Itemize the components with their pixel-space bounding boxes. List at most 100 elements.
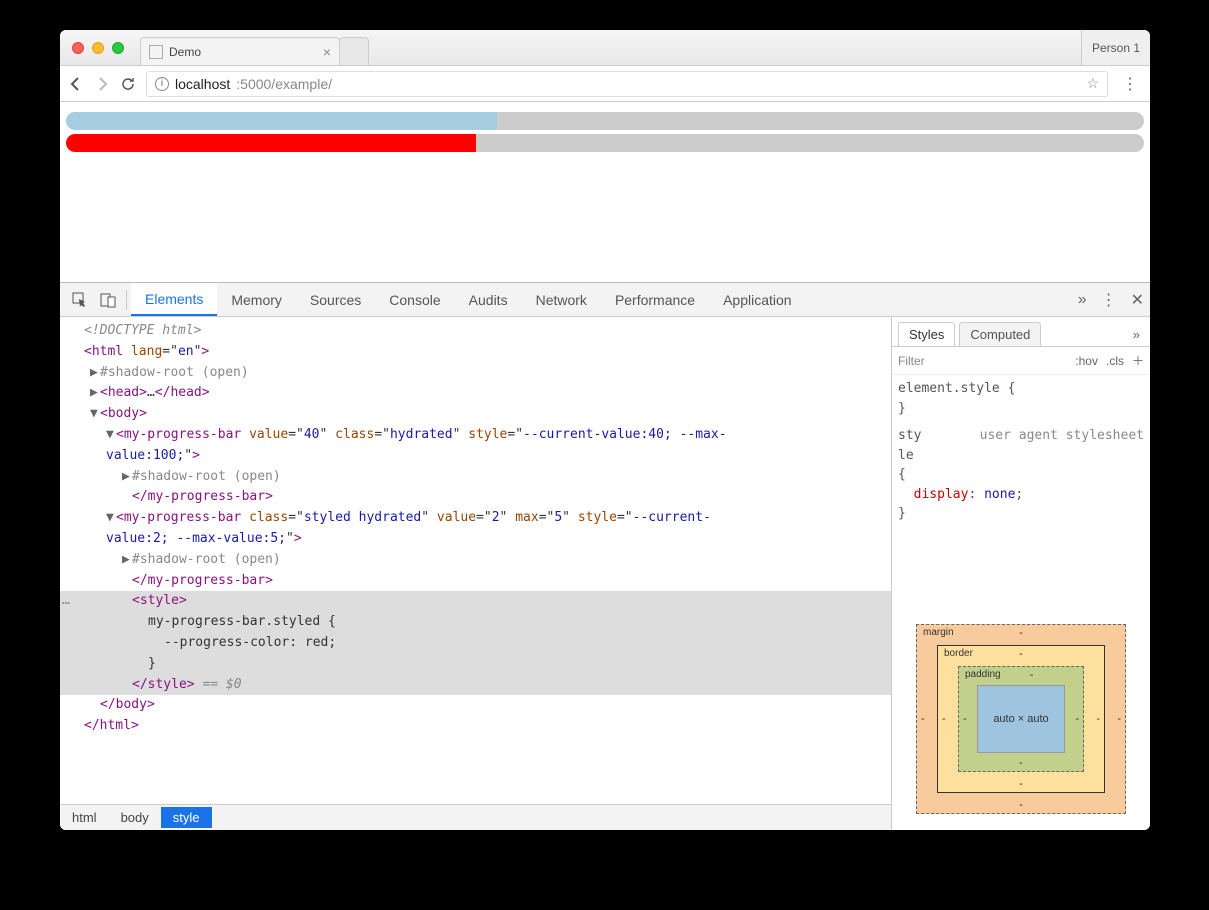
close-devtools-icon[interactable]: ✕: [1131, 290, 1144, 310]
dom-node[interactable]: </style> == $0: [60, 675, 891, 696]
progress-fill: [66, 112, 497, 130]
breadcrumb-html[interactable]: html: [60, 807, 109, 828]
devtools-tab-audits[interactable]: Audits: [455, 283, 522, 316]
box-border[interactable]: border - - - - padding - - -: [937, 645, 1105, 793]
dom-node[interactable]: ▶<head>…</head>: [60, 383, 891, 404]
inspect-element-icon[interactable]: [66, 292, 94, 308]
expand-arrow-icon[interactable]: ▶: [122, 550, 132, 571]
forward-button[interactable]: [94, 76, 110, 92]
expand-arrow-icon[interactable]: ▼: [90, 404, 100, 425]
titlebar: Demo × Person 1: [60, 30, 1150, 66]
styles-tabs: Styles Computed »: [892, 317, 1150, 347]
rule-line: element.style {: [898, 379, 1144, 399]
styles-sidebar: Styles Computed » Filter :hov .cls ＋ ele…: [892, 317, 1150, 830]
dom-node[interactable]: ▶#shadow-root (open): [60, 550, 891, 571]
bookmark-star-icon[interactable]: ☆: [1086, 75, 1099, 92]
toolbar: i localhost:5000/example/ ☆ ⋮: [60, 66, 1150, 102]
devtools-tabbar: ElementsMemorySourcesConsoleAuditsNetwor…: [60, 283, 1150, 317]
separator: [126, 290, 127, 310]
devtools-tab-sources[interactable]: Sources: [296, 283, 375, 316]
expand-arrow-icon[interactable]: ▶: [122, 467, 132, 488]
expand-arrow-icon[interactable]: ▶: [90, 383, 100, 404]
devtools-tab-memory[interactable]: Memory: [217, 283, 296, 316]
dom-node[interactable]: </body>: [60, 695, 891, 716]
rule-line: {: [898, 465, 1144, 485]
devtools-tab-elements[interactable]: Elements: [131, 283, 217, 316]
border-label: border: [944, 648, 973, 659]
box-margin[interactable]: margin - - - - border - - - -: [916, 624, 1126, 814]
styles-filter-row: Filter :hov .cls ＋: [892, 347, 1150, 375]
expand-arrow-icon[interactable]: ▶: [90, 363, 100, 384]
progress-fill: [66, 134, 476, 152]
dom-node[interactable]: ▶#shadow-root (open): [60, 363, 891, 384]
dom-node[interactable]: ▼<body>: [60, 404, 891, 425]
device-toolbar-icon[interactable]: [94, 292, 122, 308]
close-window-button[interactable]: [72, 42, 84, 54]
url-host: localhost: [175, 76, 230, 92]
margin-label: margin: [923, 627, 954, 638]
filter-input[interactable]: Filter: [898, 354, 1067, 368]
breadcrumb-bar: htmlbodystyle: [60, 804, 891, 830]
rule-line: }: [898, 504, 1144, 524]
more-tabs-icon[interactable]: »: [1078, 291, 1087, 309]
page-content: [60, 102, 1150, 282]
box-content[interactable]: auto × auto: [977, 685, 1065, 753]
ua-stylesheet-label: user agent stylesheet: [980, 426, 1144, 446]
devtools-body: <!DOCTYPE html><html lang="en">▶#shadow-…: [60, 317, 1150, 830]
box-model: margin - - - - border - - - -: [892, 604, 1150, 830]
expand-arrow-icon[interactable]: ▼: [106, 425, 116, 446]
dom-node[interactable]: }: [60, 654, 891, 675]
tab-computed[interactable]: Computed: [959, 322, 1041, 346]
devtools-tab-application[interactable]: Application: [709, 283, 806, 316]
progress-bar-1: [66, 112, 1144, 130]
dom-node[interactable]: </my-progress-bar>: [60, 571, 891, 592]
progress-bar-2: [66, 134, 1144, 152]
css-rules[interactable]: element.style { } sty user agent stylesh…: [892, 375, 1150, 528]
breadcrumb-body[interactable]: body: [109, 807, 161, 828]
dom-node[interactable]: </html>: [60, 716, 891, 737]
page-favicon-icon: [149, 45, 163, 59]
devtools: ElementsMemorySourcesConsoleAuditsNetwor…: [60, 282, 1150, 830]
breadcrumb-style[interactable]: style: [161, 807, 212, 828]
browser-menu-button[interactable]: ⋮: [1118, 74, 1142, 94]
dom-node[interactable]: …<style>: [60, 591, 891, 612]
devtools-menu-icon[interactable]: ⋮: [1101, 290, 1117, 310]
minimize-window-button[interactable]: [92, 42, 104, 54]
site-info-icon[interactable]: i: [155, 77, 169, 91]
tab-title: Demo: [169, 45, 201, 59]
more-styles-tabs-icon[interactable]: »: [1129, 323, 1144, 346]
expand-arrow-icon[interactable]: ▼: [106, 508, 116, 529]
dom-node[interactable]: ▼<my-progress-bar class="styled hydrated…: [60, 508, 891, 550]
devtools-tab-network[interactable]: Network: [522, 283, 601, 316]
devtools-tab-console[interactable]: Console: [375, 283, 454, 316]
tab-styles[interactable]: Styles: [898, 322, 955, 346]
dom-node[interactable]: ▶#shadow-root (open): [60, 467, 891, 488]
add-rule-icon[interactable]: ＋: [1132, 352, 1144, 369]
close-tab-icon[interactable]: ×: [323, 44, 331, 60]
selector-text: sty: [898, 426, 921, 446]
browser-window: Demo × Person 1 i localhost:5000/example…: [60, 30, 1150, 830]
maximize-window-button[interactable]: [112, 42, 124, 54]
dom-node[interactable]: </my-progress-bar>: [60, 487, 891, 508]
tab-strip: Demo ×: [140, 30, 368, 65]
elements-panel: <!DOCTYPE html><html lang="en">▶#shadow-…: [60, 317, 892, 830]
devtools-tab-performance[interactable]: Performance: [601, 283, 709, 316]
window-controls: [60, 42, 136, 54]
new-tab-placeholder[interactable]: [339, 37, 369, 65]
dom-node[interactable]: ▼<my-progress-bar value="40" class="hydr…: [60, 425, 891, 467]
rule-line: }: [898, 399, 1144, 419]
reload-button[interactable]: [120, 76, 136, 92]
dom-tree[interactable]: <!DOCTYPE html><html lang="en">▶#shadow-…: [60, 317, 891, 804]
dom-node[interactable]: <html lang="en">: [60, 342, 891, 363]
cls-toggle[interactable]: .cls: [1106, 354, 1124, 368]
profile-button[interactable]: Person 1: [1081, 30, 1150, 65]
browser-tab[interactable]: Demo ×: [140, 37, 340, 65]
address-bar[interactable]: i localhost:5000/example/ ☆: [146, 71, 1108, 97]
box-padding[interactable]: padding - - - - auto × auto: [958, 666, 1084, 772]
back-button[interactable]: [68, 76, 84, 92]
rule-line: display: none;: [898, 485, 1144, 505]
hov-toggle[interactable]: :hov: [1075, 354, 1098, 368]
dom-node[interactable]: <!DOCTYPE html>: [60, 321, 891, 342]
dom-node[interactable]: my-progress-bar.styled {: [60, 612, 891, 633]
dom-node[interactable]: --progress-color: red;: [60, 633, 891, 654]
